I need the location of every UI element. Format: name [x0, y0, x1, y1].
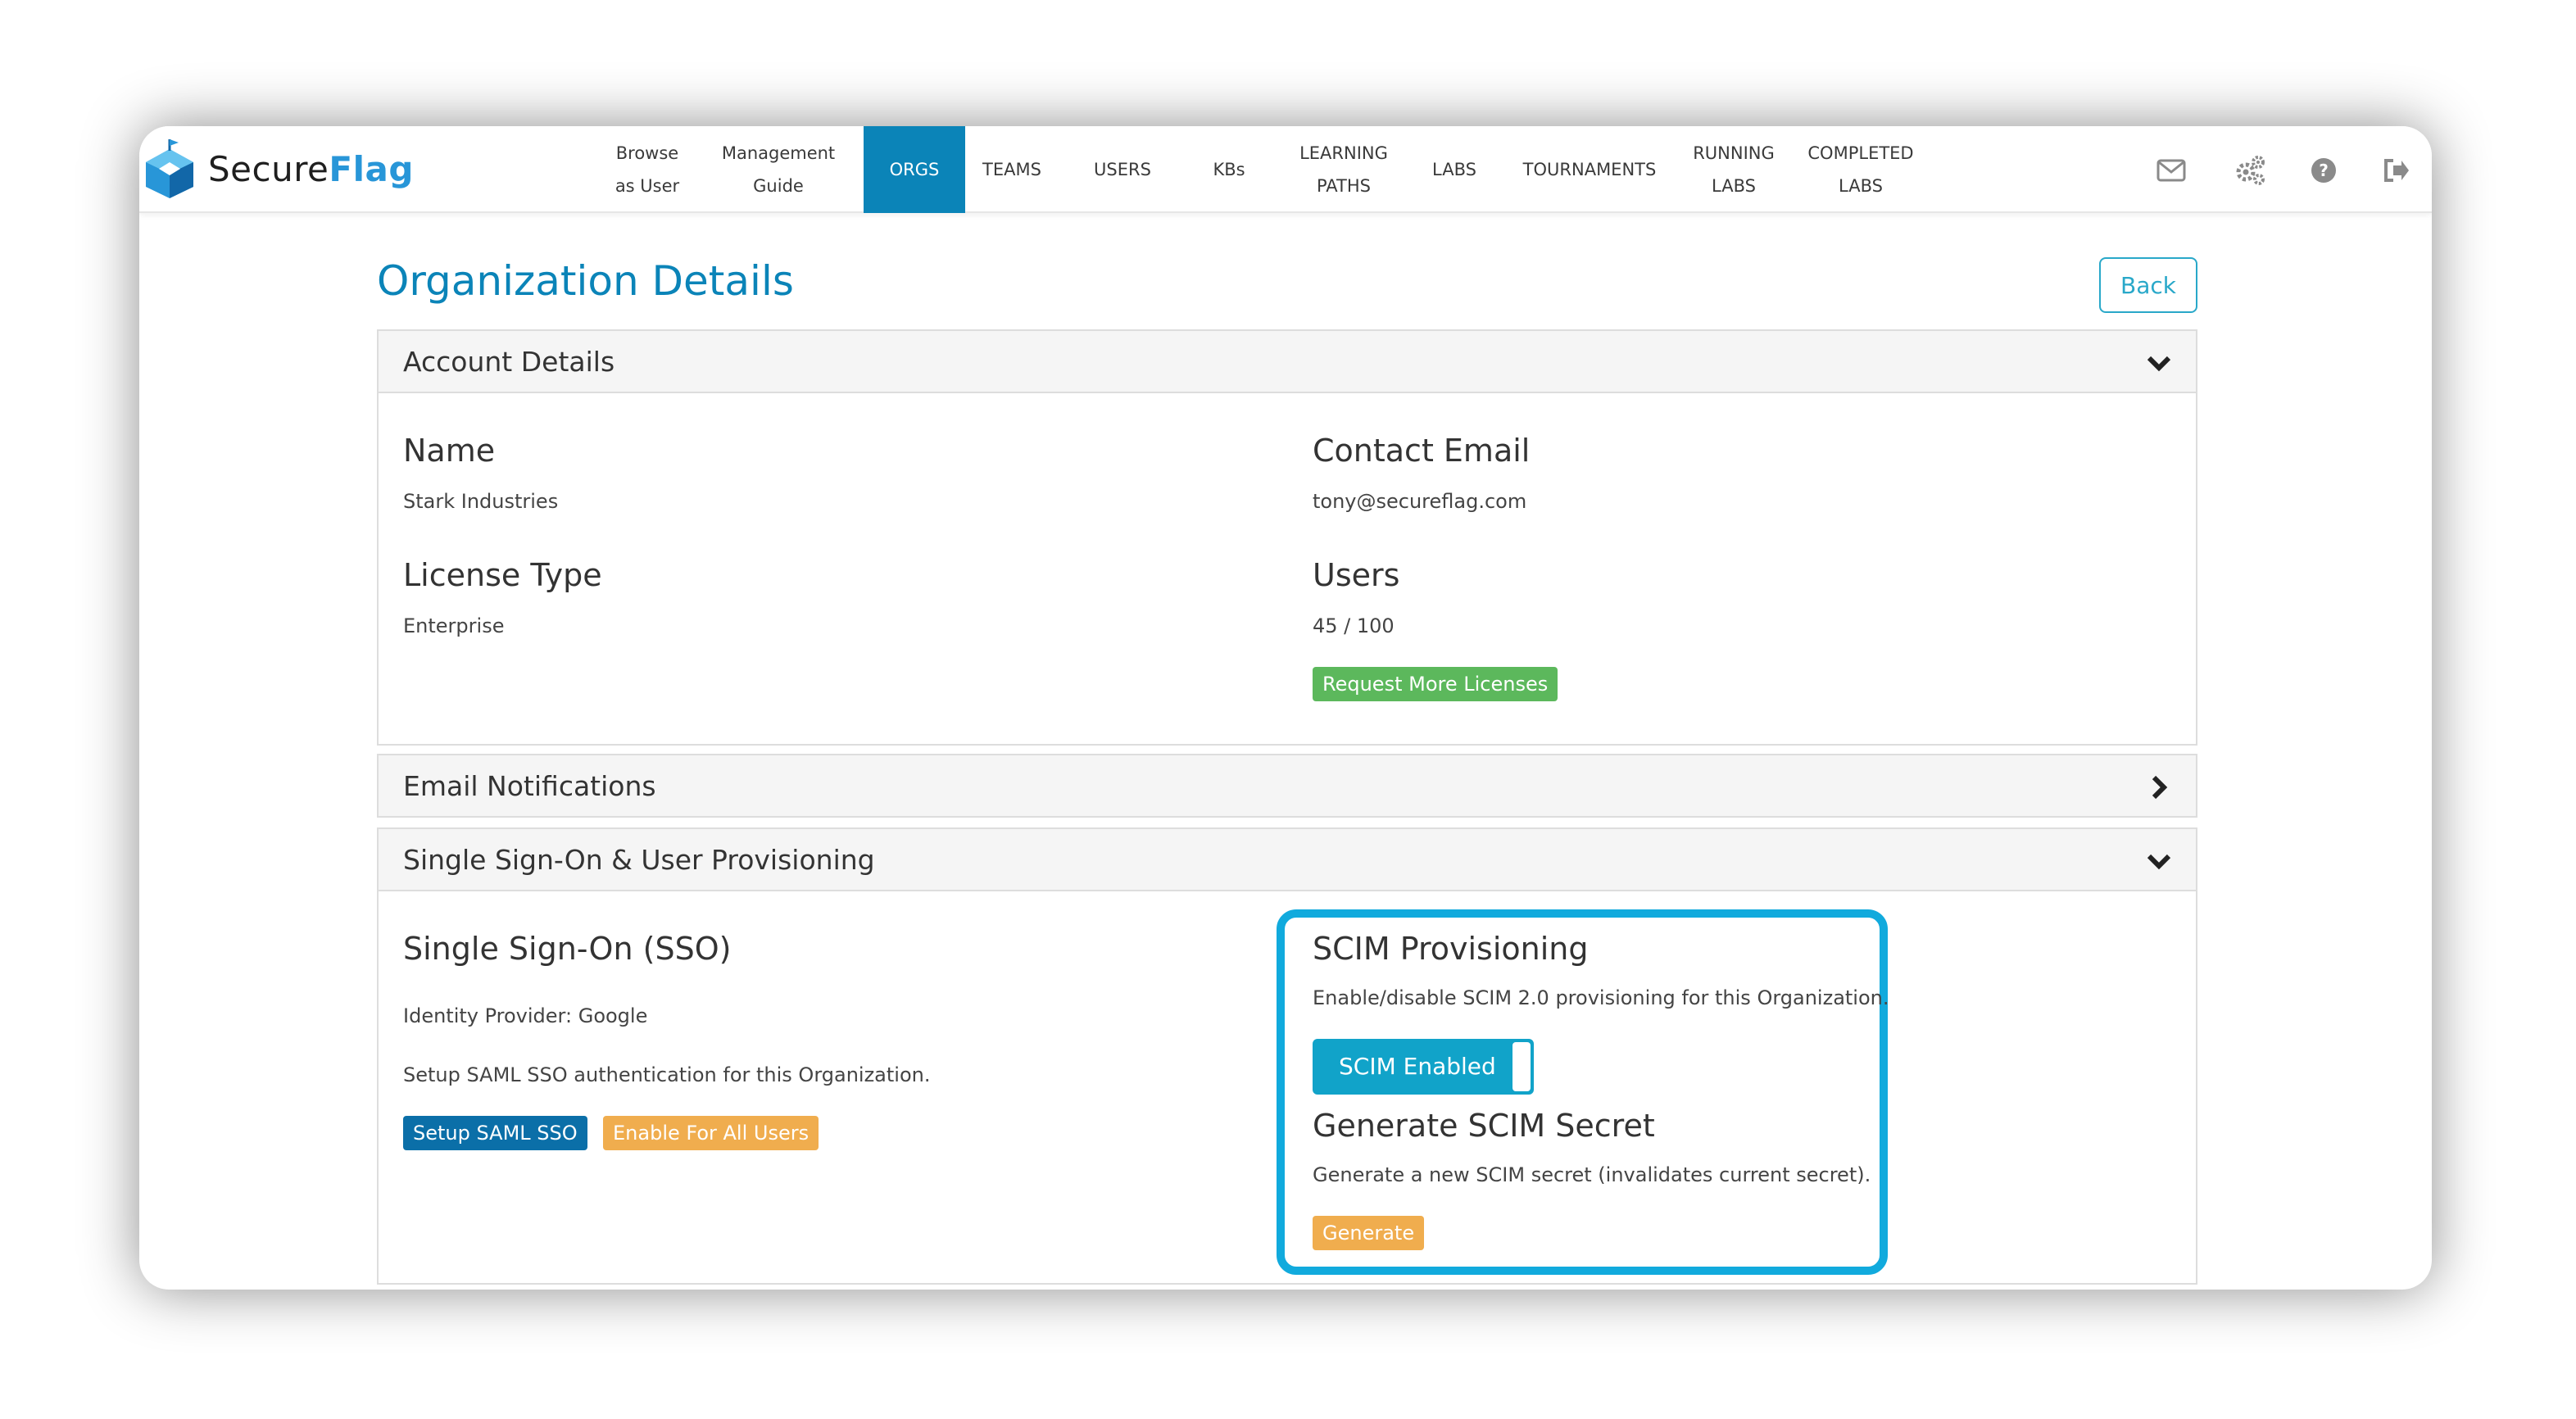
- nav-users[interactable]: USERS: [1073, 126, 1172, 213]
- sso-provisioning-header[interactable]: Single Sign-On & User Provisioning: [377, 827, 2197, 891]
- nav-completed-line2: LABS: [1839, 176, 1883, 196]
- nav-browse-line1: Browse: [615, 143, 679, 163]
- scim-enabled-toggle[interactable]: SCIM Enabled: [1313, 1039, 1534, 1095]
- nav-learning-paths[interactable]: LEARNING PATHS: [1286, 126, 1401, 213]
- enable-for-all-users-button[interactable]: Enable For All Users: [603, 1116, 819, 1150]
- secureflag-logo[interactable]: SecureFlag: [143, 134, 414, 203]
- top-navbar: SecureFlag Browse as User Management Guide…: [139, 126, 2432, 213]
- chevron-down-icon: [2147, 356, 2171, 372]
- gears-icon[interactable]: [2234, 154, 2266, 187]
- brand-part-2: Flag: [329, 148, 414, 189]
- nav-teams[interactable]: TEAMS: [967, 126, 1057, 213]
- license-type-label: License Type: [403, 557, 602, 593]
- envelope-icon[interactable]: [2155, 154, 2188, 187]
- request-more-licenses-button[interactable]: Request More Licenses: [1313, 667, 1558, 701]
- generate-scim-secret-title: Generate SCIM Secret: [1313, 1108, 1655, 1144]
- identity-provider-text: Identity Provider: Google: [403, 1004, 648, 1027]
- nav-running-line2: LABS: [1712, 176, 1756, 196]
- nav-learning-line2: PATHS: [1316, 176, 1371, 196]
- setup-saml-sso-button[interactable]: Setup SAML SSO: [403, 1116, 587, 1150]
- help-icon[interactable]: ?: [2307, 154, 2340, 187]
- svg-text:?: ?: [2319, 161, 2329, 180]
- account-details-body: [377, 393, 2197, 746]
- nav-tournaments[interactable]: TOURNAMENTS: [1508, 126, 1671, 213]
- contact-email-label: Contact Email: [1313, 433, 1531, 469]
- nav-guide-line2: Guide: [753, 176, 804, 196]
- nav-management-guide[interactable]: Management Guide: [713, 126, 844, 213]
- nav-orgs[interactable]: ORGS: [864, 126, 965, 213]
- name-value: Stark Industries: [403, 490, 559, 513]
- app-window: SecureFlag Browse as User Management Guide…: [139, 126, 2432, 1290]
- nav-running-labs[interactable]: RUNNING LABS: [1685, 126, 1783, 213]
- users-value: 45 / 100: [1313, 614, 1395, 637]
- nav-guide-line1: Management: [721, 143, 836, 163]
- logout-icon[interactable]: [2379, 154, 2412, 187]
- chevron-right-icon: [2152, 775, 2168, 800]
- license-type-value: Enterprise: [403, 614, 505, 637]
- email-notifications-title: Email Notifications: [403, 769, 656, 802]
- nav-running-line1: RUNNING: [1693, 143, 1775, 163]
- secureflag-logo-icon: [146, 139, 193, 198]
- nav-browse-as-user[interactable]: Browse as User: [598, 126, 696, 213]
- users-label: Users: [1313, 557, 1400, 593]
- brand-name: SecureFlag: [208, 149, 414, 189]
- nav-kbs[interactable]: KBs: [1188, 126, 1270, 213]
- back-button[interactable]: Back: [2099, 257, 2197, 313]
- nav-browse-line2: as User: [615, 176, 680, 196]
- nav-learning-line1: LEARNING: [1299, 143, 1388, 163]
- scim-toggle-label: SCIM Enabled: [1339, 1053, 1496, 1080]
- email-notifications-header[interactable]: Email Notifications: [377, 754, 2197, 818]
- nav-labs[interactable]: LABS: [1417, 126, 1491, 213]
- scim-provisioning-title: SCIM Provisioning: [1313, 931, 1589, 967]
- saml-setup-text: Setup SAML SSO authentication for this O…: [403, 1063, 931, 1086]
- page-title: Organization Details: [377, 257, 794, 305]
- sso-title: Single Sign-On (SSO): [403, 931, 732, 967]
- contact-email-value: tony@secureflag.com: [1313, 490, 1527, 513]
- generate-scim-secret-text: Generate a new SCIM secret (invalidates …: [1313, 1163, 1871, 1186]
- toggle-knob: [1512, 1042, 1531, 1091]
- brand-part-1: Secure: [208, 148, 329, 189]
- chevron-down-icon: [2147, 854, 2171, 870]
- nav-completed-labs[interactable]: COMPLETED LABS: [1799, 126, 1922, 213]
- generate-button[interactable]: Generate: [1313, 1216, 1425, 1250]
- scim-provisioning-text: Enable/disable SCIM 2.0 provisioning for…: [1313, 986, 1889, 1009]
- name-label: Name: [403, 433, 496, 469]
- nav-completed-line1: COMPLETED: [1807, 143, 1914, 163]
- account-details-title: Account Details: [403, 345, 615, 378]
- sso-provisioning-title: Single Sign-On & User Provisioning: [403, 843, 875, 876]
- account-details-header[interactable]: Account Details: [377, 329, 2197, 393]
